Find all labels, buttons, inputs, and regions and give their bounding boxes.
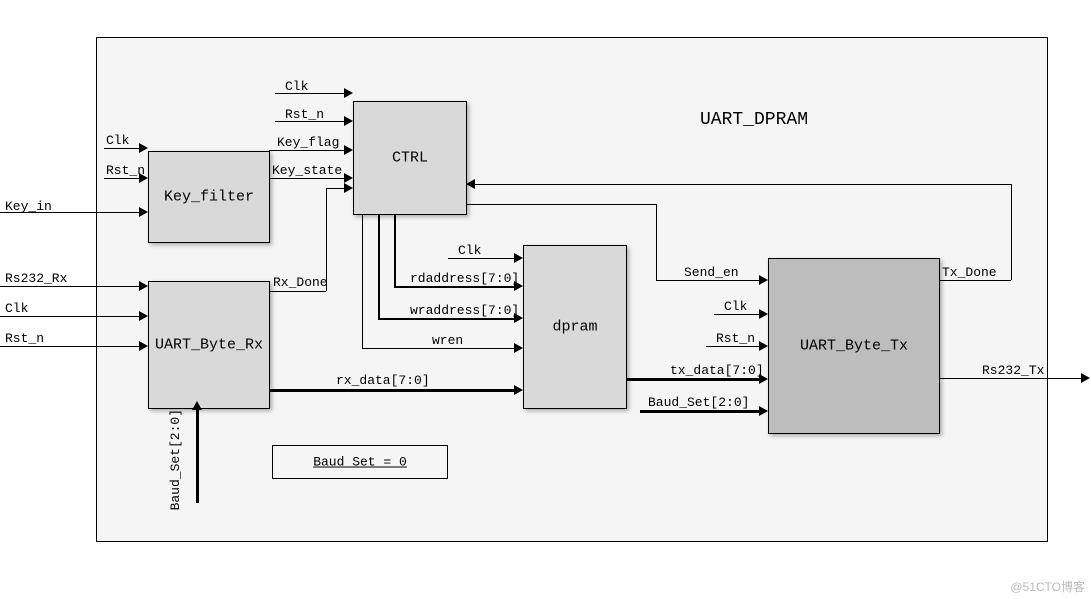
note-baud-set: Baud_Set = 0 bbox=[272, 445, 448, 479]
wire bbox=[104, 178, 139, 179]
wire bbox=[1011, 184, 1012, 280]
bus bbox=[269, 389, 515, 392]
wire bbox=[362, 214, 363, 348]
wire bbox=[0, 212, 139, 213]
wire bbox=[656, 280, 759, 281]
arrow-icon bbox=[344, 88, 353, 98]
wire bbox=[0, 286, 139, 287]
arrow-icon bbox=[514, 343, 523, 353]
port-clk-2: Clk bbox=[5, 301, 28, 316]
arrow-icon bbox=[344, 116, 353, 126]
bus bbox=[394, 214, 396, 287]
port-clk-ctrl: Clk bbox=[285, 79, 308, 94]
bus bbox=[378, 214, 380, 319]
bus bbox=[394, 286, 514, 288]
port-tx-data: tx_data[7:0] bbox=[670, 363, 764, 378]
label: Key_filter bbox=[149, 189, 269, 206]
bus bbox=[196, 408, 199, 503]
port-rst-n-tx: Rst_n bbox=[716, 331, 755, 346]
arrow-icon bbox=[139, 311, 148, 321]
wire bbox=[326, 188, 344, 189]
port-baud-tx: Baud_Set[2:0] bbox=[648, 395, 749, 410]
port-key-flag: Key_flag bbox=[277, 135, 339, 150]
port-rs232-rx: Rs232_Rx bbox=[5, 271, 67, 286]
wire bbox=[939, 378, 1083, 379]
wire bbox=[326, 188, 327, 291]
block-uart-tx: UART_Byte_Tx bbox=[768, 258, 940, 434]
arrow-icon bbox=[1081, 373, 1090, 383]
wire bbox=[362, 348, 514, 349]
arrow-icon bbox=[759, 374, 768, 384]
wire bbox=[466, 204, 656, 205]
arrow-icon bbox=[759, 341, 768, 351]
watermark: @51CTO博客 bbox=[1010, 578, 1085, 595]
wire bbox=[0, 346, 139, 347]
block-uart-rx: UART_Byte_Rx bbox=[148, 281, 270, 409]
wire bbox=[275, 93, 344, 94]
block-dpram: dpram bbox=[523, 245, 627, 409]
wire bbox=[939, 280, 1011, 281]
arrow-icon bbox=[514, 281, 523, 291]
wire bbox=[269, 150, 344, 151]
label: dpram bbox=[524, 319, 626, 336]
wire bbox=[448, 258, 514, 259]
arrow-icon bbox=[344, 183, 353, 193]
wire bbox=[269, 291, 326, 292]
port-wraddress: wraddress[7:0] bbox=[410, 303, 519, 318]
port-tx-done: Tx_Done bbox=[942, 265, 997, 280]
arrow-icon bbox=[514, 385, 523, 395]
bus bbox=[640, 410, 760, 413]
module-title: UART_DPRAM bbox=[700, 110, 808, 130]
wire bbox=[269, 178, 344, 179]
arrow-icon bbox=[139, 281, 148, 291]
label: CTRL bbox=[354, 150, 466, 167]
arrow-icon bbox=[344, 173, 353, 183]
arrow-icon bbox=[192, 401, 202, 410]
port-send-en: Send_en bbox=[684, 265, 739, 280]
wire bbox=[706, 346, 759, 347]
arrow-icon bbox=[759, 309, 768, 319]
arrow-icon bbox=[139, 207, 148, 217]
arrow-icon bbox=[759, 275, 768, 285]
port-rst-n-ctrl: Rst_n bbox=[285, 107, 324, 122]
arrow-icon bbox=[759, 406, 768, 416]
label: Baud_Set = 0 bbox=[273, 455, 447, 470]
port-clk-tx: Clk bbox=[724, 299, 747, 314]
bus bbox=[378, 318, 514, 320]
arrow-icon bbox=[344, 145, 353, 155]
wire bbox=[714, 314, 759, 315]
block-key-filter: Key_filter bbox=[148, 151, 270, 243]
arrow-icon bbox=[514, 253, 523, 263]
wire bbox=[0, 316, 139, 317]
port-rs232-tx: Rs232_Tx bbox=[982, 363, 1044, 378]
port-rx-data: rx_data[7:0] bbox=[336, 373, 430, 388]
label: UART_Byte_Tx bbox=[769, 338, 939, 355]
bus bbox=[626, 378, 760, 381]
port-wren: wren bbox=[432, 333, 463, 348]
arrow-icon bbox=[139, 143, 148, 153]
port-clk-dpram: Clk bbox=[458, 243, 481, 258]
arrow-icon bbox=[139, 173, 148, 183]
wire bbox=[466, 184, 1011, 185]
port-clk: Clk bbox=[106, 133, 129, 148]
arrow-icon bbox=[139, 341, 148, 351]
arrow-icon bbox=[514, 313, 523, 323]
port-key-state: Key_state bbox=[272, 163, 342, 178]
port-rst-n-2: Rst_n bbox=[5, 331, 44, 346]
block-ctrl: CTRL bbox=[353, 101, 467, 215]
port-rdaddress: rdaddress[7:0] bbox=[410, 271, 519, 286]
label: UART_Byte_Rx bbox=[149, 337, 269, 354]
port-rx-done: Rx_Done bbox=[273, 275, 328, 290]
port-baud-rx: Baud_Set[2:0] bbox=[168, 409, 183, 510]
wire bbox=[275, 121, 344, 122]
arrow-icon bbox=[466, 179, 475, 189]
wire bbox=[104, 148, 139, 149]
wire bbox=[656, 204, 657, 280]
